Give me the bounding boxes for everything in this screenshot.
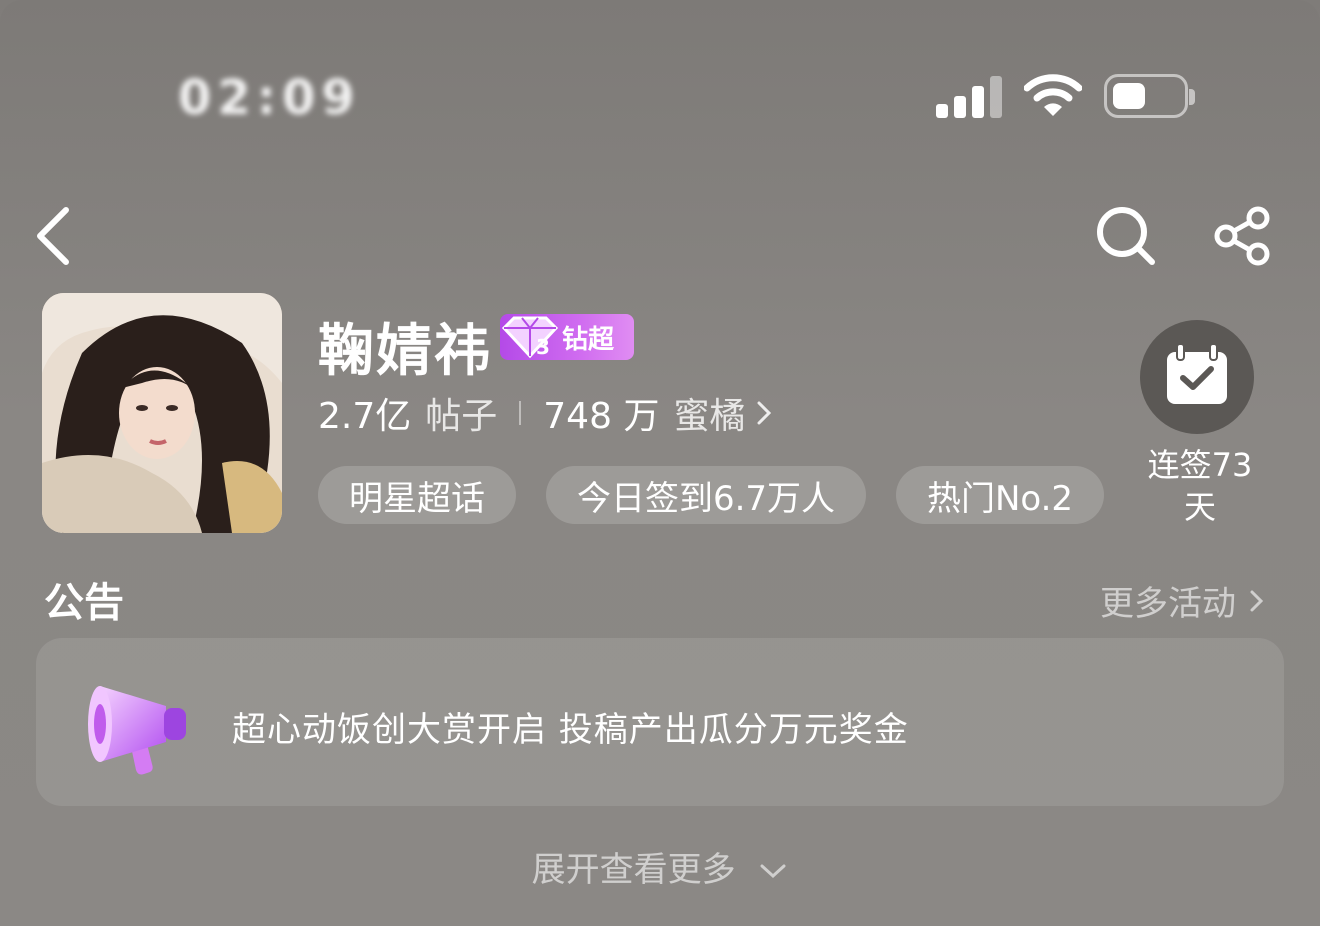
diamond-badge[interactable]: 3 钻超: [500, 314, 634, 360]
tag-checkin-today[interactable]: 今日签到6.7万人: [546, 466, 866, 524]
chevron-right-icon[interactable]: [755, 399, 773, 427]
page-frame: 02:09 鞠婧祎 3 钻超 2.7亿 帖子 748 万 蜜橘 明星超话 今日签…: [0, 0, 1320, 926]
chevron-down-icon[interactable]: [758, 861, 788, 881]
fans-label[interactable]: 蜜橘: [673, 387, 745, 439]
back-arrow-icon[interactable]: [30, 204, 80, 268]
calendar-check-icon: [1167, 343, 1227, 404]
posts-count: 2.7亿: [318, 396, 412, 437]
fans-count[interactable]: 748 万: [543, 387, 659, 439]
checkin-streak-line1: 连签73: [1147, 446, 1253, 484]
checkin-button[interactable]: [1140, 320, 1254, 434]
search-icon[interactable]: [1094, 204, 1158, 268]
page-title: 鞠婧祎: [318, 319, 492, 384]
posts-label: 帖子: [425, 396, 498, 437]
announcement-title: 公告: [44, 580, 124, 626]
more-activities-label[interactable]: 更多活动: [1100, 576, 1236, 625]
diamond-icon: 3: [501, 316, 559, 359]
wifi-icon: [1024, 74, 1082, 116]
battery-icon: [1104, 74, 1195, 118]
share-icon[interactable]: [1212, 204, 1276, 268]
tag-hot-rank[interactable]: 热门No.2: [896, 466, 1104, 524]
checkin-streak-line2: 天: [1183, 488, 1216, 526]
expand-more-label[interactable]: 展开查看更多: [532, 850, 736, 890]
checkin-streak: 连签73 天: [1130, 444, 1270, 528]
cellular-signal-icon: [936, 76, 1002, 118]
badge-label: 钻超: [562, 324, 615, 355]
svg-text:3: 3: [536, 335, 550, 359]
stats-divider: [519, 401, 522, 425]
stats-row: 2.7亿 帖子 748 万 蜜橘: [318, 388, 773, 438]
status-time: 02:09: [178, 70, 361, 126]
more-activities-link[interactable]: 更多活动: [1100, 576, 1268, 625]
chevron-right-icon[interactable]: [1244, 586, 1268, 616]
expand-more-button[interactable]: 展开查看更多: [0, 842, 1320, 891]
avatar[interactable]: [42, 293, 282, 533]
announcement-text[interactable]: 超心动饭创大赏开启 投稿产出瓜分万元奖金: [232, 702, 909, 751]
megaphone-icon: [88, 686, 186, 775]
tag-celebrity-topic[interactable]: 明星超话: [318, 466, 516, 524]
